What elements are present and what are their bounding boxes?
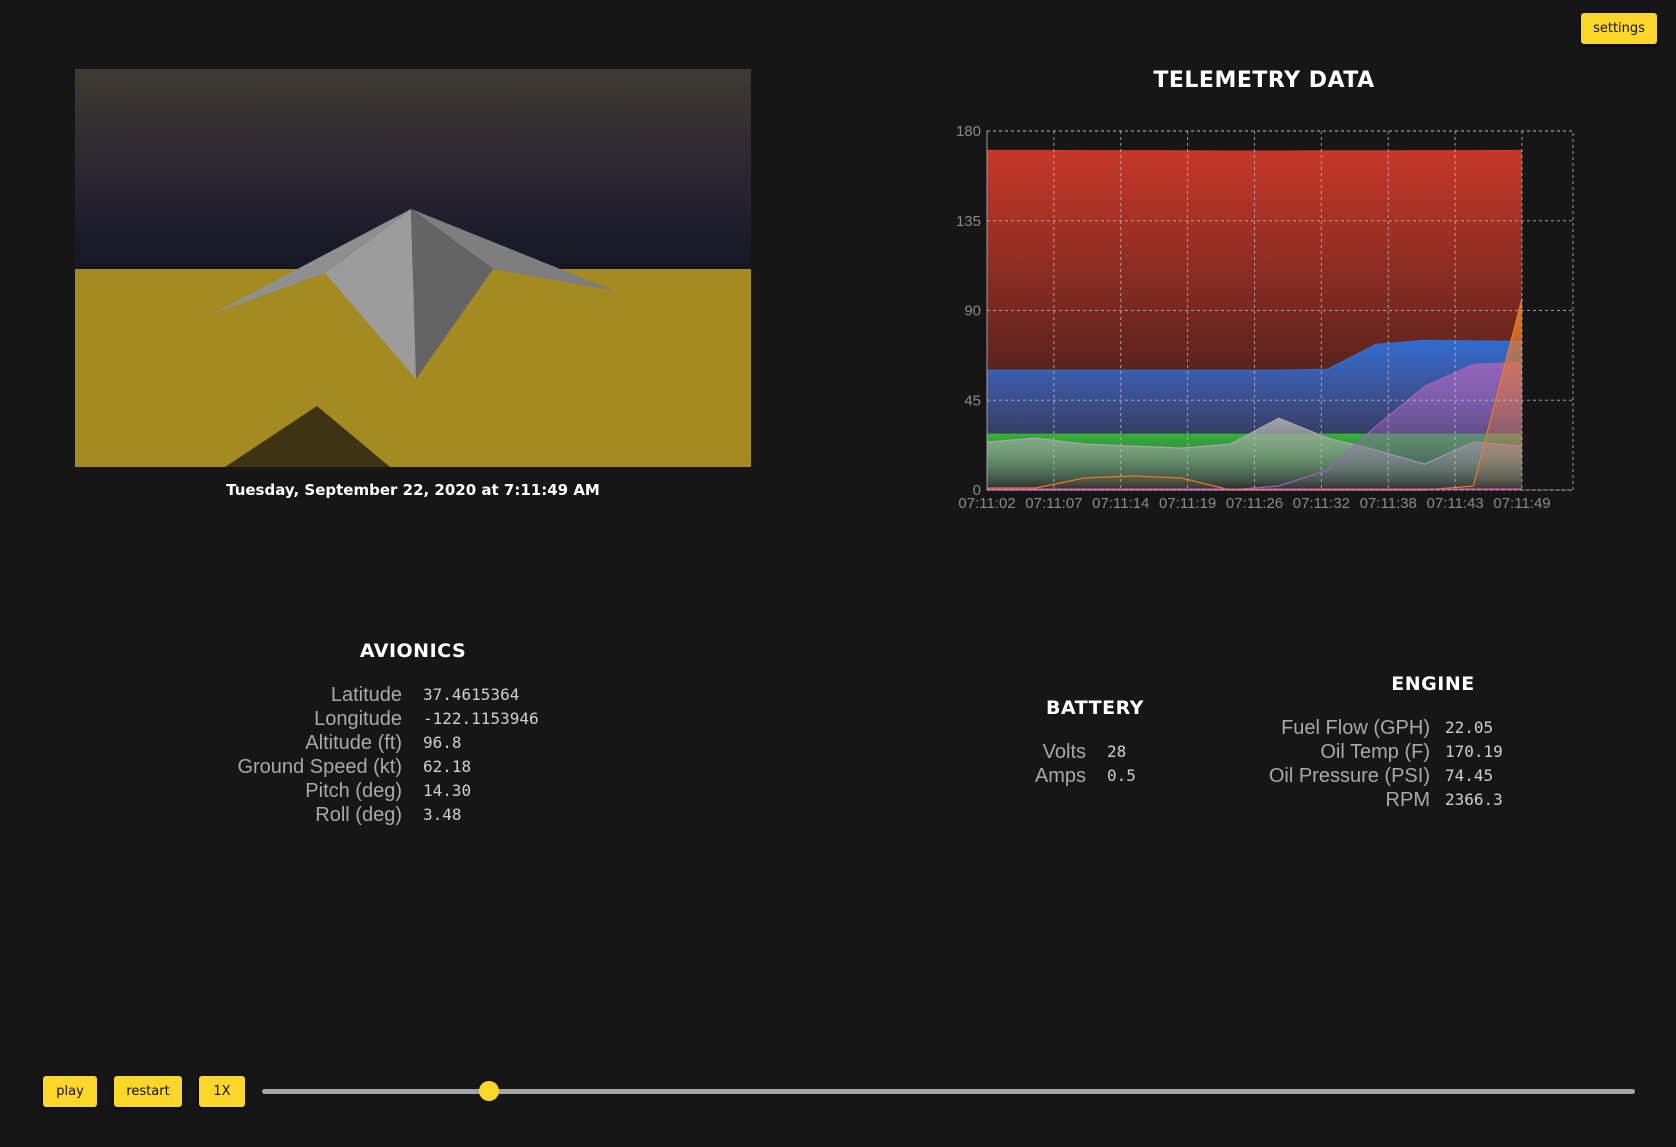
avionics-value: 96.8 (423, 733, 462, 752)
3d-flight-view[interactable] (75, 69, 751, 467)
y-tick-label: 135 (956, 213, 981, 230)
engine-row: Oil Temp (F) 170.19 (1260, 740, 1503, 764)
y-tick-label: 45 (964, 392, 981, 409)
engine-row: Oil Pressure (PSI) 74.45 (1260, 764, 1503, 788)
battery-row: Volts 28 (1000, 740, 1136, 764)
avionics-value: -122.1153946 (423, 709, 539, 728)
engine-label: Fuel Flow (GPH) (1281, 717, 1430, 739)
telemetry-chart: 0459013518007:11:02 07:11:07 07:11:14 07:11… (956, 123, 1574, 512)
x-tick-label: 07:11:26 (1226, 495, 1283, 512)
x-tick-label: 07:11:07 (1025, 495, 1082, 512)
avionics-row: Pitch (deg) 14.30 (200, 779, 539, 803)
avionics-label: Latitude (330, 684, 402, 706)
engine-row: RPM 2366.3 (1260, 788, 1503, 812)
engine-row: Fuel Flow (GPH) 22.05 (1260, 716, 1503, 740)
avionics-value: 3.48 (423, 805, 462, 824)
avionics-label: Longitude (314, 708, 402, 730)
avionics-title: AVIONICS (359, 640, 467, 662)
avionics-readout: Latitude 37.4615364 Longitude -122.1153946 A… (200, 683, 539, 827)
avionics-row: Longitude -122.1153946 (200, 707, 539, 731)
avionics-value: 14.30 (423, 781, 472, 800)
x-tick-label: 07:11:49 (1493, 495, 1550, 512)
avionics-label: Ground Speed (kt) (237, 756, 402, 778)
battery-title: BATTERY (1046, 697, 1144, 719)
x-tick-label: 07:11:14 (1092, 495, 1149, 512)
x-tick-label: 07:11:38 (1360, 495, 1417, 512)
playback-slider[interactable] (262, 1081, 1635, 1101)
timestamp: Tuesday, September 22, 2020 at 7:11:49 A… (226, 481, 600, 499)
x-tick-label: 07:11:02 (958, 495, 1015, 512)
avionics-row: Roll (deg) 3.48 (200, 803, 539, 827)
x-tick-label: 07:11:43 (1426, 495, 1483, 512)
slider-track[interactable] (262, 1089, 1635, 1094)
battery-value: 0.5 (1107, 766, 1136, 785)
battery-value: 28 (1107, 742, 1127, 761)
battery-label: Volts (1042, 741, 1086, 763)
engine-label: Oil Pressure (PSI) (1268, 765, 1430, 787)
avionics-label: Pitch (deg) (305, 780, 402, 802)
avionics-label: Roll (deg) (315, 804, 402, 826)
avionics-value: 62.18 (423, 757, 472, 776)
restart-button[interactable]: restart (114, 1076, 182, 1107)
y-tick-label: 180 (956, 123, 981, 140)
engine-value: 170.19 (1445, 742, 1503, 761)
engine-label: Oil Temp (F) (1320, 741, 1430, 763)
avionics-label: Altitude (ft) (305, 732, 402, 754)
playback-speed-button[interactable]: 1X (199, 1076, 245, 1107)
engine-title: ENGINE (1391, 673, 1475, 695)
play-button[interactable]: play (43, 1076, 97, 1107)
settings-button[interactable]: settings (1581, 13, 1657, 44)
avionics-row: Altitude (ft) 96.8 (200, 731, 539, 755)
avionics-row: Ground Speed (kt) 62.18 (200, 755, 539, 779)
battery-row: Amps 0.5 (1000, 764, 1136, 788)
engine-value: 74.45 (1445, 766, 1494, 785)
engine-value: 2366.3 (1445, 790, 1503, 809)
battery-label: Amps (1034, 765, 1086, 787)
avionics-value: 37.4615364 (423, 685, 520, 704)
y-tick-label: 90 (964, 303, 981, 320)
avionics-row: Latitude 37.4615364 (200, 683, 539, 707)
slider-thumb[interactable] (478, 1081, 499, 1101)
engine-value: 22.05 (1445, 718, 1494, 737)
battery-readout: Volts 28 Amps 0.5 (1000, 740, 1136, 788)
engine-readout: Fuel Flow (GPH) 22.05 Oil Temp (F) 170.19 Oi… (1260, 716, 1503, 812)
engine-label: RPM (1385, 789, 1430, 811)
x-tick-label: 07:11:32 (1293, 495, 1350, 512)
x-tick-label: 07:11:19 (1159, 495, 1216, 512)
chart-title: TELEMETRY DATA (1153, 68, 1375, 93)
